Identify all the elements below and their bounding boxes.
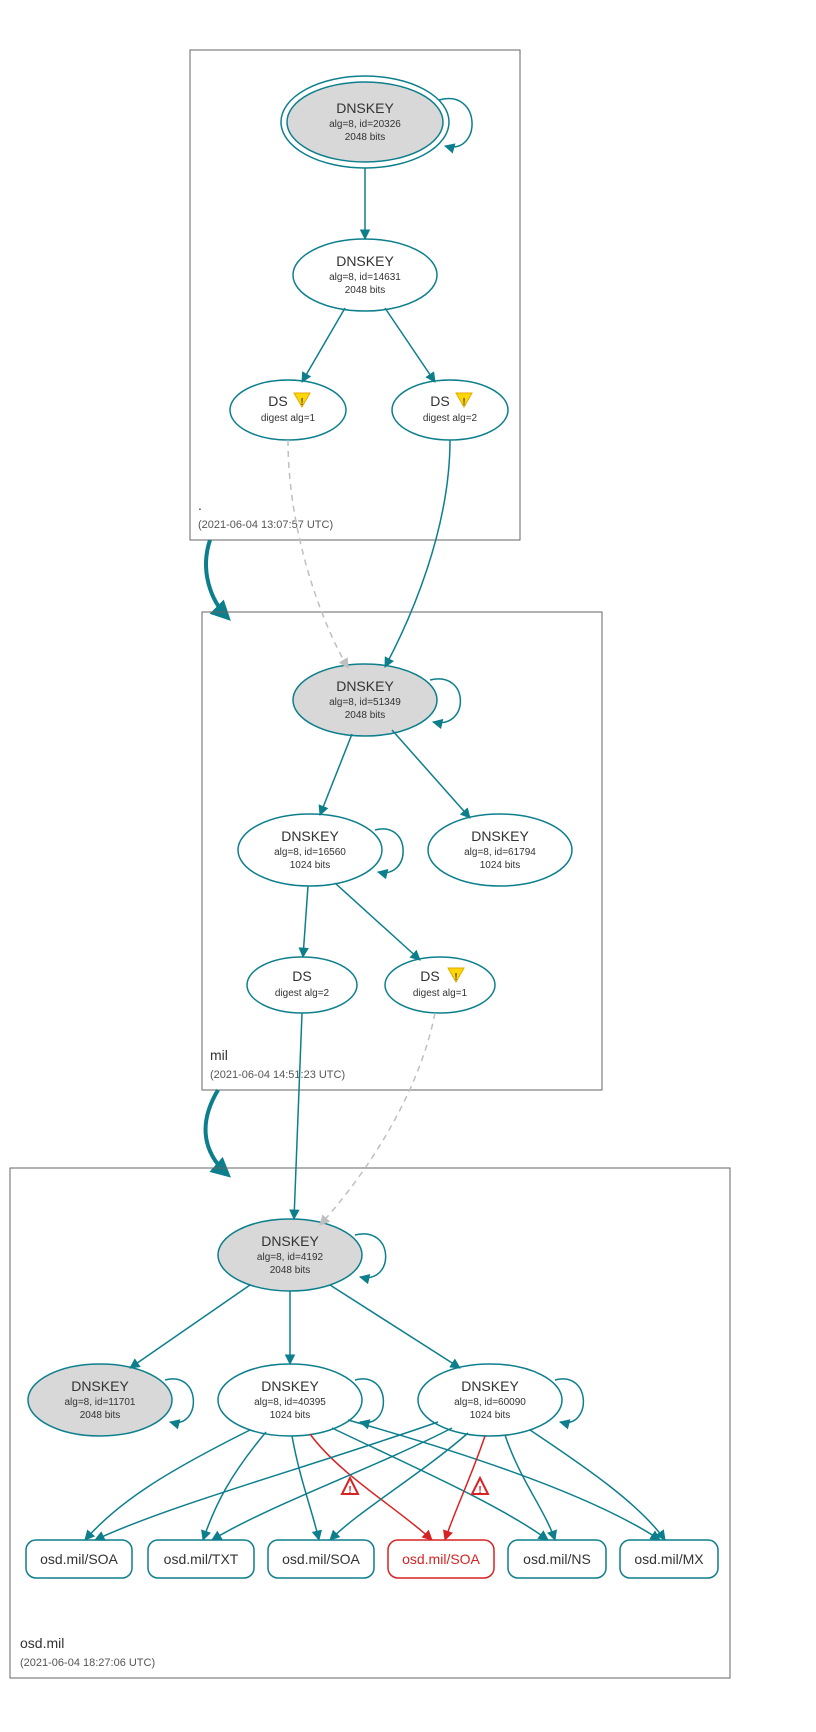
svg-text:DS: DS <box>268 393 287 409</box>
svg-text:alg=8, id=51349: alg=8, id=51349 <box>329 697 401 708</box>
svg-text:DNSKEY: DNSKEY <box>336 253 394 269</box>
delegation-arrow <box>206 540 228 618</box>
svg-text:alg=8, id=61794: alg=8, id=61794 <box>464 847 536 858</box>
svg-text:DS: DS <box>420 968 439 984</box>
dnssec-diagram: . (2021-06-04 13:07:57 UTC) DNSKEY alg=8… <box>0 0 816 1732</box>
svg-text:DS: DS <box>292 968 311 984</box>
svg-text:DNSKEY: DNSKEY <box>336 100 394 116</box>
svg-text:DNSKEY: DNSKEY <box>281 828 339 844</box>
svg-text:1024 bits: 1024 bits <box>470 1410 511 1421</box>
svg-text:DNSKEY: DNSKEY <box>71 1378 129 1394</box>
svg-text:2048 bits: 2048 bits <box>270 1265 311 1276</box>
svg-text:digest alg=2: digest alg=2 <box>275 988 330 999</box>
node-root-ds1 <box>230 380 346 440</box>
svg-text:osd.mil/SOA: osd.mil/SOA <box>40 1551 118 1567</box>
svg-text:osd.mil/SOA: osd.mil/SOA <box>282 1551 360 1567</box>
node-mil-ds1 <box>247 957 357 1013</box>
svg-text:alg=8, id=11701: alg=8, id=11701 <box>65 1397 136 1408</box>
svg-text:(2021-06-04 14:51:23 UTC): (2021-06-04 14:51:23 UTC) <box>210 1069 345 1081</box>
zone-root-label: . <box>198 497 202 513</box>
svg-text:DS: DS <box>430 393 449 409</box>
svg-text:osd.mil/SOA: osd.mil/SOA <box>402 1551 480 1567</box>
svg-text:1024 bits: 1024 bits <box>480 860 521 871</box>
svg-text:DNSKEY: DNSKEY <box>261 1378 319 1394</box>
svg-text:digest alg=1: digest alg=1 <box>413 988 468 999</box>
svg-text:osd.mil/TXT: osd.mil/TXT <box>164 1551 239 1567</box>
svg-text:alg=8, id=20326: alg=8, id=20326 <box>329 119 401 130</box>
svg-text:DNSKEY: DNSKEY <box>336 678 394 694</box>
svg-text:mil: mil <box>210 1047 228 1063</box>
svg-text:osd.mil/MX: osd.mil/MX <box>634 1551 704 1567</box>
svg-text:2048 bits: 2048 bits <box>345 285 386 296</box>
svg-text:!: ! <box>478 1485 481 1496</box>
svg-text:!: ! <box>462 397 465 408</box>
node-mil-ds2 <box>385 957 495 1013</box>
svg-text:2048 bits: 2048 bits <box>80 1410 121 1421</box>
svg-text:2048 bits: 2048 bits <box>345 132 386 143</box>
svg-text:(2021-06-04 18:27:06 UTC): (2021-06-04 18:27:06 UTC) <box>20 1657 155 1669</box>
delegation-arrow <box>206 1090 228 1175</box>
svg-text:1024 bits: 1024 bits <box>270 1410 311 1421</box>
svg-text:!: ! <box>454 972 457 983</box>
svg-text:2048 bits: 2048 bits <box>345 710 386 721</box>
svg-text:alg=8, id=60090: alg=8, id=60090 <box>454 1397 526 1408</box>
zone-root-time: (2021-06-04 13:07:57 UTC) <box>198 519 333 531</box>
svg-text:!: ! <box>348 1485 351 1496</box>
svg-text:!: ! <box>300 397 303 408</box>
node-root-ds2 <box>392 380 508 440</box>
svg-text:osd.mil/NS: osd.mil/NS <box>523 1551 591 1567</box>
svg-text:DNSKEY: DNSKEY <box>261 1233 319 1249</box>
svg-text:alg=8, id=40395: alg=8, id=40395 <box>254 1397 326 1408</box>
svg-text:alg=8, id=16560: alg=8, id=16560 <box>274 847 346 858</box>
svg-text:1024 bits: 1024 bits <box>290 860 331 871</box>
svg-text:DNSKEY: DNSKEY <box>461 1378 519 1394</box>
svg-text:osd.mil: osd.mil <box>20 1635 64 1651</box>
svg-text:alg=8, id=4192: alg=8, id=4192 <box>257 1252 324 1263</box>
svg-text:digest alg=1: digest alg=1 <box>261 413 316 424</box>
svg-text:DNSKEY: DNSKEY <box>471 828 529 844</box>
svg-text:digest alg=2: digest alg=2 <box>423 413 478 424</box>
svg-text:alg=8, id=14631: alg=8, id=14631 <box>329 272 401 283</box>
